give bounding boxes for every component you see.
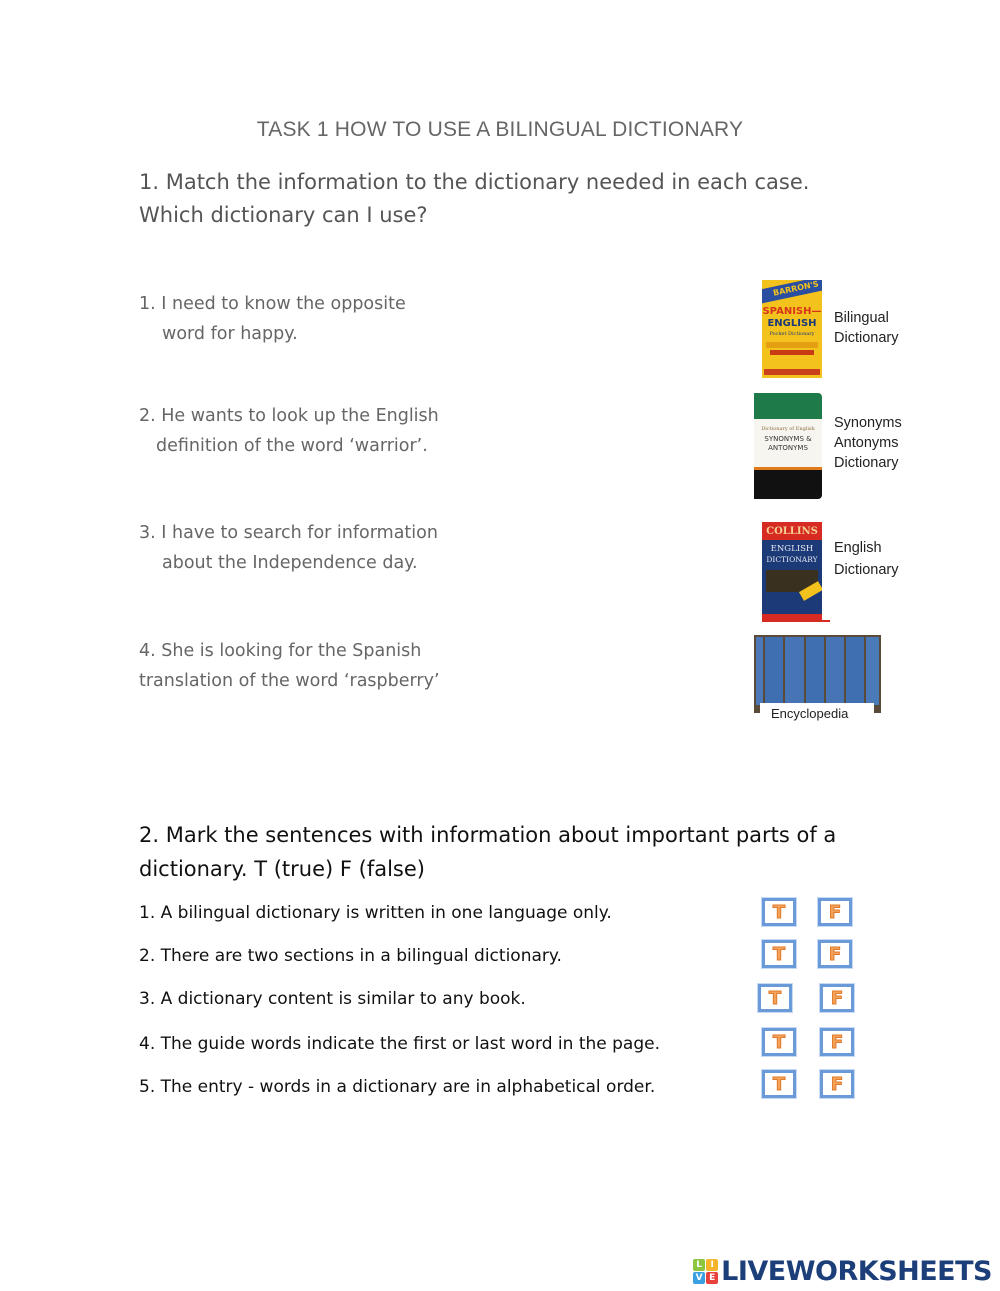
statement-5: 5. The entry - words in a dictionary are… xyxy=(139,1077,656,1097)
cover-decoration xyxy=(766,342,818,348)
english-dictionary-image[interactable]: COLLINS ENGLISH DICTIONARY xyxy=(762,522,822,620)
logo-text: LIVEWORKSHEETS xyxy=(721,1256,992,1287)
true-button-3[interactable]: T xyxy=(758,984,792,1012)
encyclopedia-image[interactable] xyxy=(754,635,881,713)
label-text: English xyxy=(834,540,882,556)
match-item-text: 3. I have to search for information xyxy=(139,523,438,543)
cover-band xyxy=(754,393,822,419)
statement-4: 4. The guide words indicate the first or… xyxy=(139,1034,660,1054)
worksheet-title: TASK 1 HOW TO USE A BILINGUAL DICTIONARY xyxy=(256,118,744,141)
false-button-4[interactable]: F xyxy=(820,1028,854,1056)
label-text: Dictionary xyxy=(834,455,899,471)
match-item-text: 2. He wants to look up the English xyxy=(139,406,439,426)
match-item-4: 4. She is looking for the Spanish transl… xyxy=(139,636,440,696)
encyclopedia-label: Encyclopedia xyxy=(771,706,849,721)
match-item-1: 1. I need to know the opposite word for … xyxy=(139,289,406,349)
section1-heading-line1: 1. Match the information to the dictiona… xyxy=(139,170,810,194)
encyclopedia-volumes xyxy=(756,637,880,705)
label-text: Dictionary xyxy=(834,562,899,578)
cover-title: BARRON'S xyxy=(762,280,822,305)
true-button-2[interactable]: T xyxy=(762,940,796,968)
false-button-2[interactable]: F xyxy=(818,940,852,968)
true-button-4[interactable]: T xyxy=(762,1028,796,1056)
cover-text: ENGLISH xyxy=(767,318,817,329)
cover-text: ENGLISH xyxy=(770,544,814,554)
match-item-text: 4. She is looking for the Spanish xyxy=(139,641,422,661)
cover-text: ANTONYMS xyxy=(768,444,808,452)
match-item-text: translation of the word ‘raspberry’ xyxy=(139,671,440,691)
true-button-1[interactable]: T xyxy=(762,898,796,926)
synonyms-dictionary-label: Synonyms Antonyms Dictionary xyxy=(834,413,902,473)
statement-1: 1. A bilingual dictionary is written in … xyxy=(139,903,612,923)
match-item-text: about the Independence day. xyxy=(162,553,418,573)
label-text: Antonyms xyxy=(834,435,899,451)
match-item-text: 1. I need to know the opposite xyxy=(139,294,406,314)
synonyms-dictionary-image[interactable]: Dictionary of English SYNONYMS & ANTONYM… xyxy=(754,393,822,499)
cover-text: Dictionary of English xyxy=(761,426,815,432)
cover-decoration xyxy=(770,350,814,355)
match-item-text: word for happy. xyxy=(162,324,298,344)
match-item-3: 3. I have to search for information abou… xyxy=(139,518,438,578)
liveworksheets-logo[interactable]: L I V E LIVEWORKSHEETS xyxy=(693,1256,992,1287)
section1-heading: 1. Match the information to the dictiona… xyxy=(139,166,809,232)
true-button-5[interactable]: T xyxy=(762,1070,796,1098)
section2-heading: 2. Mark the sentences with information a… xyxy=(139,818,836,886)
logo-letter: L xyxy=(693,1259,706,1271)
label-text: Bilingual xyxy=(834,310,889,326)
statement-2: 2. There are two sections in a bilingual… xyxy=(139,946,562,966)
bilingual-dictionary-image[interactable]: BARRON'S SPANISH— ENGLISH Pocket Diction… xyxy=(762,280,822,378)
match-item-2: 2. He wants to look up the English defin… xyxy=(139,401,439,461)
section2-heading-line1: 2. Mark the sentences with information a… xyxy=(139,823,837,847)
cover-text: SPANISH— xyxy=(762,306,822,317)
cover-text: DICTIONARY xyxy=(766,555,818,564)
false-button-5[interactable]: F xyxy=(820,1070,854,1098)
cover-text: Pocket Dictionary xyxy=(769,331,815,337)
logo-icon: L I V E xyxy=(693,1259,719,1284)
cover-text: SYNONYMS & xyxy=(764,435,812,443)
english-dictionary-label: English Dictionary xyxy=(834,538,898,580)
section1-heading-line2: Which dictionary can I use? xyxy=(139,203,428,227)
cover-title: COLLINS xyxy=(762,522,822,540)
false-button-1[interactable]: F xyxy=(818,898,852,926)
cover-decoration xyxy=(764,369,820,375)
label-text: Dictionary xyxy=(834,330,899,346)
cover-band xyxy=(754,470,822,499)
logo-letter: I xyxy=(706,1259,719,1271)
cover-underline xyxy=(762,620,830,622)
section2-heading-line2: dictionary. T (true) F (false) xyxy=(139,857,425,881)
logo-letter: E xyxy=(706,1272,719,1284)
statement-3: 3. A dictionary content is similar to an… xyxy=(139,989,526,1009)
match-item-text: definition of the word ‘warrior’. xyxy=(156,436,428,456)
logo-letter: V xyxy=(693,1272,706,1284)
label-text: Synonyms xyxy=(834,415,902,431)
bilingual-dictionary-label: Bilingual Dictionary xyxy=(834,308,898,348)
false-button-3[interactable]: F xyxy=(820,984,854,1012)
